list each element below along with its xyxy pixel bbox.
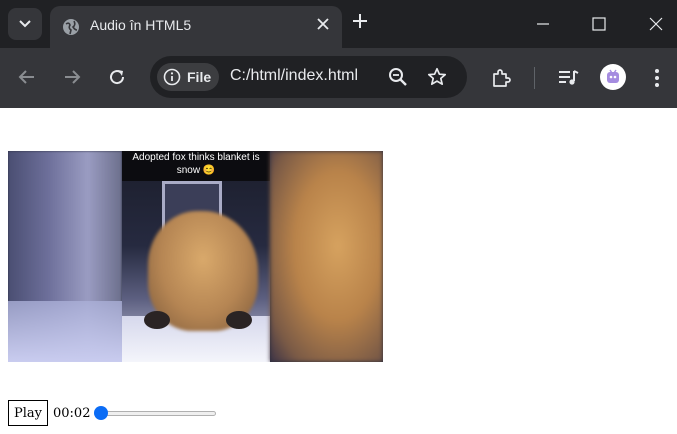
forward-button[interactable] [60, 65, 84, 89]
info-icon [163, 68, 181, 86]
kebab-menu-icon [655, 69, 659, 87]
media-controls-button[interactable] [556, 66, 580, 90]
extensions-button[interactable] [489, 66, 513, 90]
browser-toolbar: File C:/html/index.html [0, 48, 677, 108]
site-info-label: File [187, 69, 212, 85]
video-center-scene: Adopted fox thinks blanket is snow 😊 [122, 151, 270, 362]
address-bar[interactable]: File C:/html/index.html [150, 56, 467, 98]
video-blur-left-floor [8, 301, 122, 362]
video-fox-paw [144, 311, 170, 329]
star-icon [427, 67, 447, 86]
close-icon [649, 17, 663, 31]
bookmark-button[interactable] [426, 66, 448, 88]
seek-slider-thumb[interactable] [94, 406, 109, 420]
profile-avatar[interactable] [600, 64, 626, 90]
video-frame[interactable]: Adopted fox thinks blanket is snow 😊 [8, 151, 383, 362]
url-text[interactable]: C:/html/index.html [230, 67, 358, 85]
avatar-icon [607, 69, 619, 83]
video-caption: Adopted fox thinks blanket is snow 😊 [132, 152, 260, 176]
plus-icon[interactable] [352, 13, 368, 29]
custom-audio-player: Play 00:02 [8, 400, 218, 426]
zoom-button[interactable] [387, 66, 409, 88]
active-tab[interactable]: Audio în HTML5 [50, 6, 342, 48]
seek-slider-track [96, 411, 217, 416]
video-fox-paw [226, 311, 252, 329]
chevron-down-icon [19, 20, 31, 28]
maximize-icon [592, 17, 606, 31]
time-display: 00:02 [53, 405, 91, 421]
play-button[interactable]: Play [8, 400, 48, 426]
tab-title: Audio în HTML5 [90, 17, 192, 33]
reload-icon [110, 70, 125, 85]
globe-icon [63, 19, 79, 35]
close-icon[interactable] [316, 17, 330, 31]
reload-button[interactable] [105, 65, 129, 89]
browser-menu-button[interactable] [645, 66, 669, 90]
video-caption-box: Adopted fox thinks blanket is snow 😊 [122, 151, 270, 181]
tab-search-button[interactable] [8, 8, 42, 40]
zoom-out-icon [389, 68, 407, 86]
minimize-icon [537, 23, 549, 25]
back-arrow-icon [18, 70, 34, 84]
close-window-button[interactable] [641, 10, 671, 38]
minimize-button[interactable] [528, 10, 558, 38]
page-viewport: Adopted fox thinks blanket is snow 😊 Pla… [0, 108, 677, 434]
forward-arrow-icon [65, 70, 81, 84]
site-info-chip[interactable]: File [157, 63, 220, 91]
video-blur-right [270, 151, 383, 362]
tab-strip: Audio în HTML5 [0, 0, 677, 48]
media-queue-icon [559, 70, 579, 85]
puzzle-icon [493, 69, 511, 87]
back-button[interactable] [15, 65, 39, 89]
maximize-button[interactable] [584, 10, 614, 38]
toolbar-separator [534, 67, 535, 89]
seek-slider[interactable] [94, 405, 218, 421]
